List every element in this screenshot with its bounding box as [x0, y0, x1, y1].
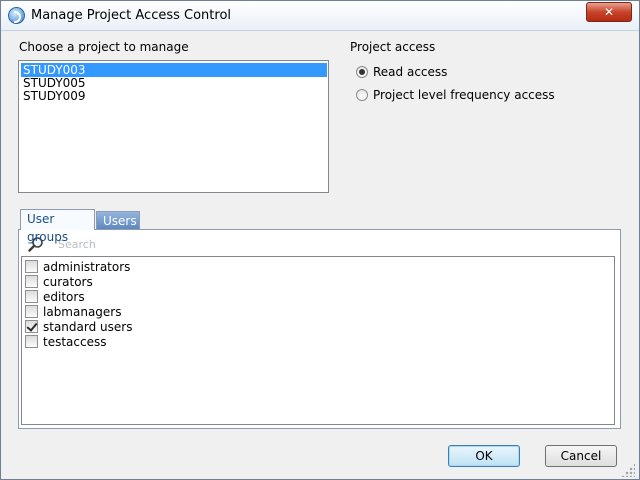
dialog-window: Manage Project Access Control ✕ Choose a… — [0, 0, 640, 480]
radio-label: Read access — [373, 65, 448, 79]
radio-button[interactable] — [356, 66, 368, 78]
project-list-label: Choose a project to manage — [19, 40, 189, 54]
app-logo-icon — [8, 7, 25, 24]
group-item-standard-users[interactable]: standard users — [25, 319, 132, 334]
group-label: editors — [43, 289, 85, 304]
radio-frequency-access[interactable]: Project level frequency access — [356, 87, 555, 103]
group-label: labmanagers — [43, 304, 122, 319]
group-item-labmanagers[interactable]: labmanagers — [25, 304, 122, 319]
close-icon: ✕ — [603, 5, 615, 19]
project-item-study009[interactable]: STUDY009 — [21, 89, 327, 103]
checkbox[interactable] — [25, 335, 38, 348]
cancel-button[interactable]: Cancel — [545, 445, 617, 467]
group-item-testaccess[interactable]: testaccess — [25, 334, 106, 349]
radio-label: Project level frequency access — [373, 88, 555, 102]
group-label: administrators — [43, 259, 131, 274]
window-title: Manage Project Access Control — [31, 8, 232, 23]
checkbox[interactable] — [25, 275, 38, 288]
search-input[interactable] — [58, 236, 598, 252]
project-item-study003[interactable]: STUDY003 — [21, 63, 327, 77]
radio-button[interactable] — [356, 89, 368, 101]
group-label: testaccess — [43, 334, 107, 349]
ok-button[interactable]: OK — [448, 445, 520, 467]
group-item-editors[interactable]: editors — [25, 289, 85, 304]
group-label: curators — [43, 274, 93, 289]
tab-user-groups[interactable]: User groups — [20, 209, 95, 244]
resize-grip[interactable] — [621, 463, 635, 477]
group-item-curators[interactable]: curators — [25, 274, 93, 289]
project-item-study005[interactable]: STUDY005 — [21, 76, 327, 90]
user-groups-list: administrators curators editors labmanag… — [21, 256, 615, 425]
close-button[interactable]: ✕ — [586, 2, 632, 22]
group-label: standard users — [43, 319, 133, 334]
checkbox[interactable] — [25, 305, 38, 318]
radio-read-access[interactable]: Read access — [356, 64, 447, 80]
title-bar[interactable]: Manage Project Access Control ✕ — [1, 1, 639, 31]
search-bar — [22, 233, 615, 255]
tab-users[interactable]: Users — [96, 211, 140, 229]
project-list[interactable]: STUDY003 STUDY005 STUDY009 — [18, 60, 329, 193]
checkbox[interactable] — [25, 290, 38, 303]
checkbox[interactable] — [25, 260, 38, 273]
project-access-label: Project access — [350, 40, 436, 54]
checkbox[interactable] — [25, 320, 38, 333]
group-item-administrators[interactable]: administrators — [25, 259, 130, 274]
